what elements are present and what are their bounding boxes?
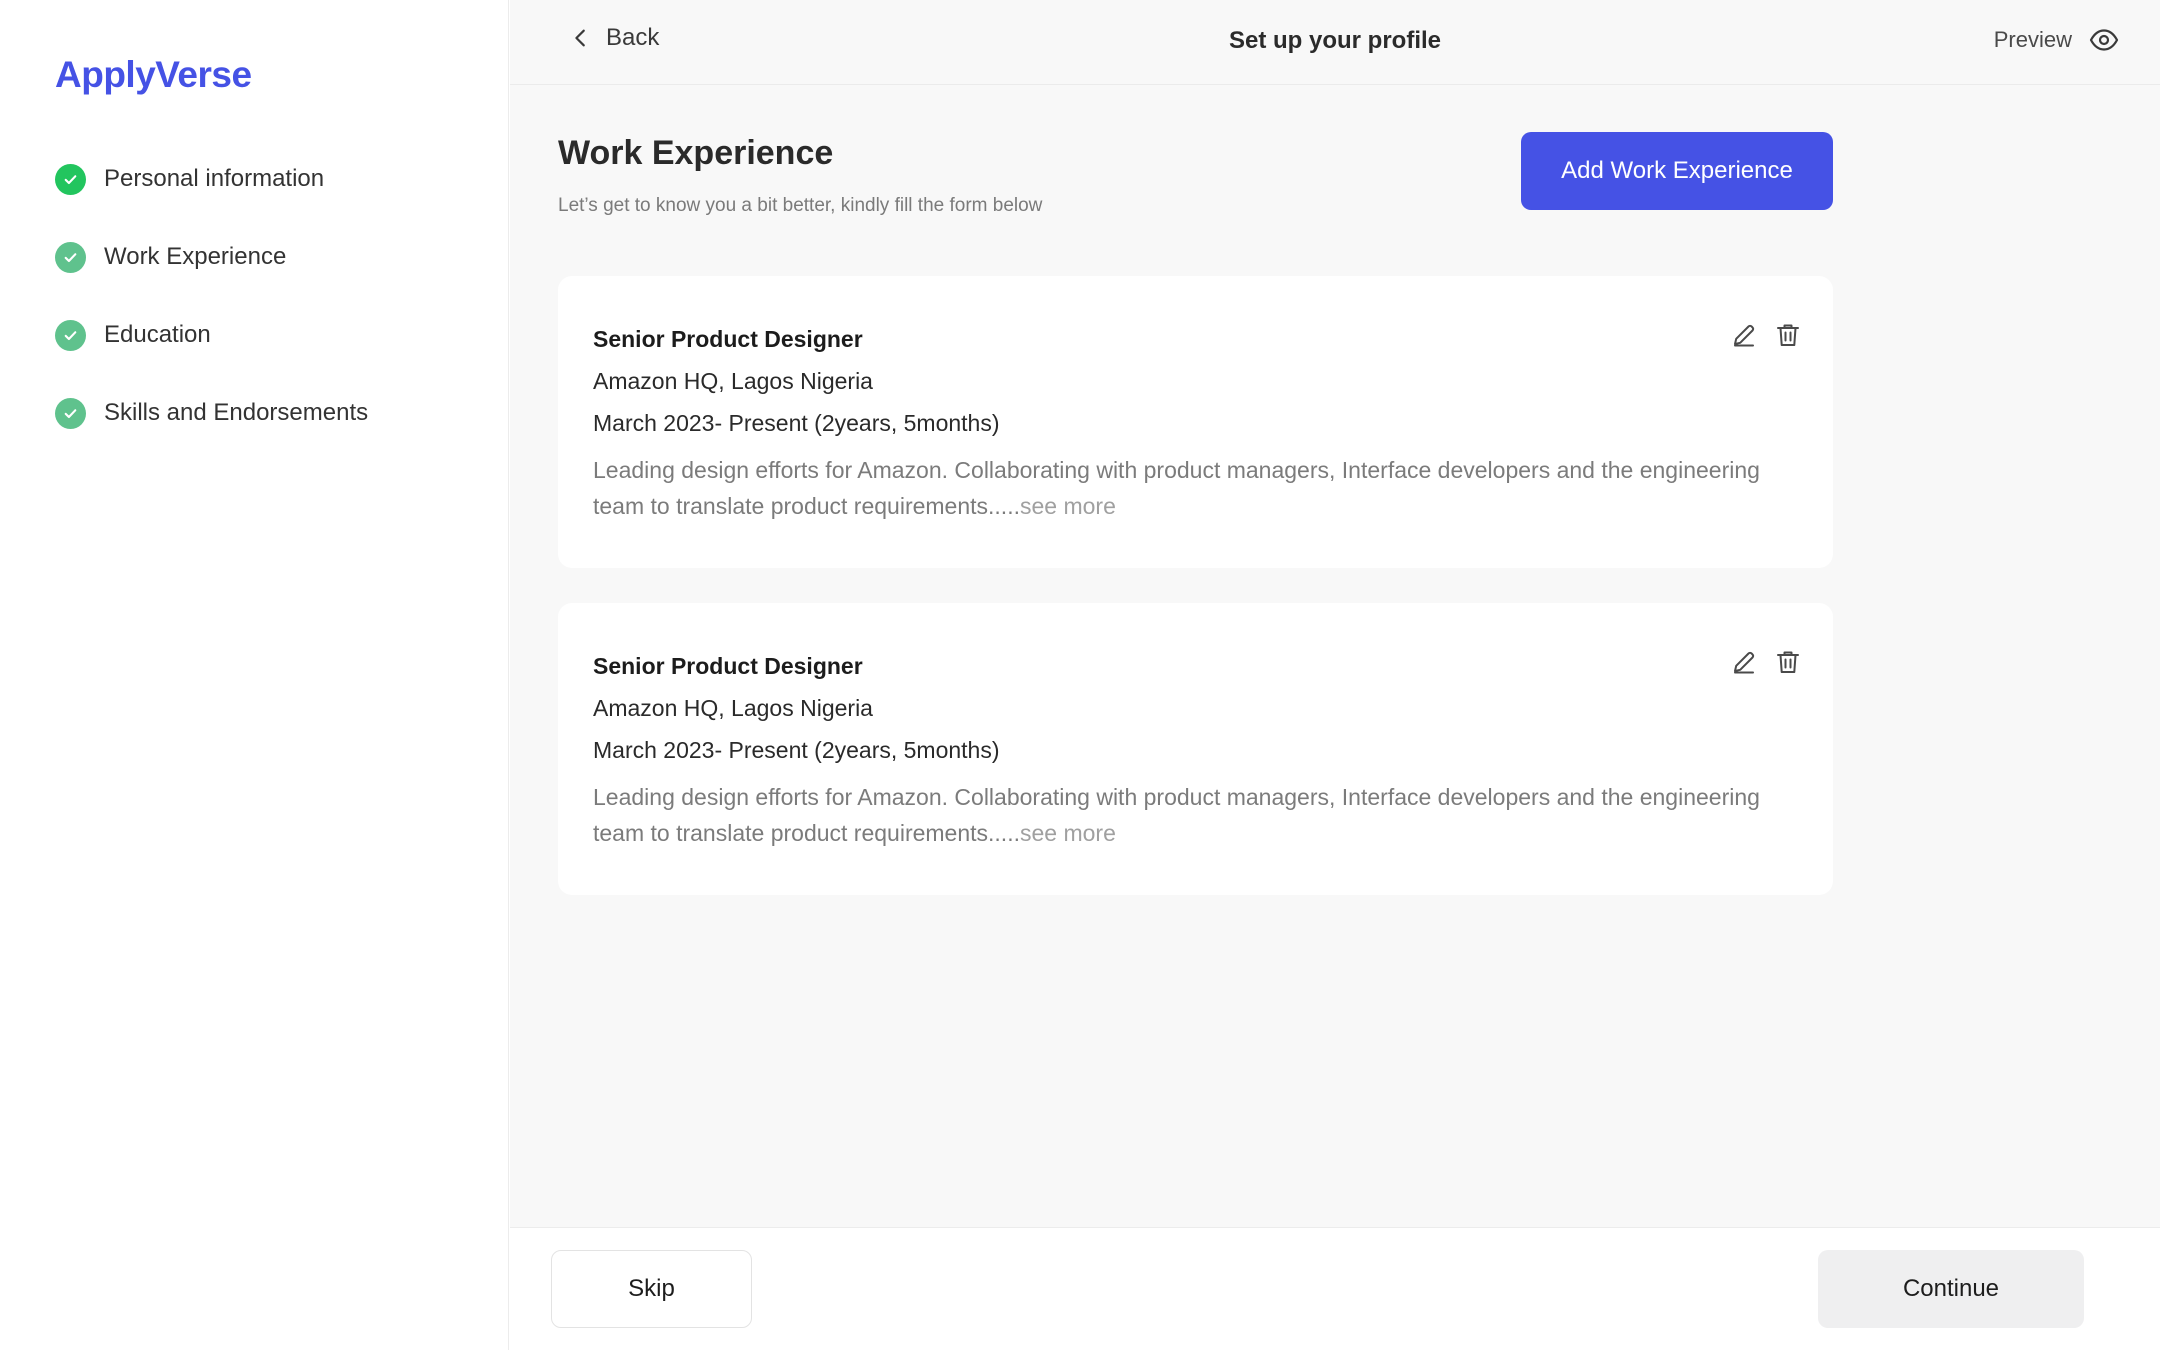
- edit-icon[interactable]: [1729, 320, 1759, 350]
- company: Amazon HQ, Lagos Nigeria: [593, 368, 873, 394]
- main-content: Back Set up your profile Preview Work Ex…: [510, 0, 2160, 1350]
- trash-icon[interactable]: [1773, 647, 1803, 677]
- experience-card: Senior Product Designer Amazon HQ, Lagos…: [558, 603, 1833, 895]
- edit-icon[interactable]: [1729, 647, 1759, 677]
- check-circle-icon: [55, 397, 86, 429]
- check-circle-icon: [55, 319, 86, 351]
- preview-button[interactable]: Preview: [1994, 24, 2120, 56]
- step-label: Personal information: [104, 165, 325, 192]
- footer-bar: Skip Continue: [510, 1227, 2160, 1350]
- step-skills-and-endorsements[interactable]: Skills and Endorsements: [55, 394, 368, 432]
- see-more-link[interactable]: see more: [1020, 820, 1116, 846]
- page-title: Set up your profile: [1228, 27, 1441, 54]
- top-bar: Back Set up your profile Preview: [510, 0, 2160, 85]
- preview-label: Preview: [1993, 27, 2072, 52]
- add-work-experience-button[interactable]: Add Work Experience: [1521, 132, 1833, 210]
- sidebar: ApplyVerse Personal information Work Exp…: [0, 0, 509, 1350]
- see-more-link[interactable]: see more: [1020, 493, 1116, 519]
- job-description: Leading design efforts for Amazon. Colla…: [593, 779, 1773, 851]
- experience-card: Senior Product Designer Amazon HQ, Lagos…: [558, 276, 1833, 568]
- company: Amazon HQ, Lagos Nigeria: [593, 695, 873, 721]
- card-actions: [1729, 320, 1803, 350]
- job-title: Senior Product Designer: [593, 653, 863, 679]
- employment-dates: March 2023- Present (2years, 5months): [593, 737, 1000, 763]
- step-personal-information[interactable]: Personal information: [55, 160, 368, 198]
- step-label: Education: [104, 321, 211, 348]
- section-title: Work Experience: [558, 134, 834, 172]
- app-logo: ApplyVerse: [55, 54, 252, 95]
- step-work-experience[interactable]: Work Experience: [55, 238, 368, 276]
- skip-button[interactable]: Skip: [551, 1250, 752, 1328]
- check-circle-icon: [55, 163, 86, 195]
- step-label: Work Experience: [104, 243, 287, 270]
- continue-button[interactable]: Continue: [1818, 1250, 2084, 1328]
- section-subtitle: Let’s get to know you a bit better, kind…: [558, 195, 1043, 216]
- description-text: Leading design efforts for Amazon. Colla…: [593, 457, 1760, 519]
- trash-icon[interactable]: [1773, 320, 1803, 350]
- description-text: Leading design efforts for Amazon. Colla…: [593, 784, 1760, 846]
- progress-steps: Personal information Work Experience Edu…: [55, 160, 368, 472]
- job-title: Senior Product Designer: [593, 326, 863, 352]
- card-actions: [1729, 647, 1803, 677]
- check-circle-icon: [55, 241, 86, 273]
- step-label: Skills and Endorsements: [104, 399, 369, 426]
- step-education[interactable]: Education: [55, 316, 368, 354]
- eye-icon: [2089, 29, 2119, 51]
- job-description: Leading design efforts for Amazon. Colla…: [593, 452, 1773, 524]
- employment-dates: March 2023- Present (2years, 5months): [593, 410, 1000, 436]
